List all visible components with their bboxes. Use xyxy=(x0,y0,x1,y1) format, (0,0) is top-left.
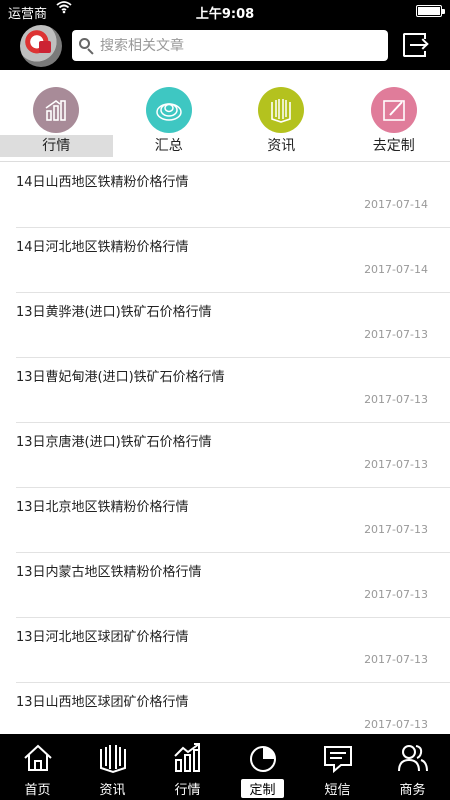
article-date: 2017-07-13 xyxy=(364,328,428,341)
article-date: 2017-07-13 xyxy=(364,588,428,601)
category-label: 汇总 xyxy=(154,138,183,154)
article-title: 13日北京地区铁精粉价格行情 xyxy=(16,500,189,515)
status-bar: 运营商 上午9:08 xyxy=(0,0,450,22)
article-date: 2017-07-14 xyxy=(364,263,428,276)
edit-pencil-icon xyxy=(370,87,417,133)
list-item[interactable]: 13日曹妃甸港(进口)铁矿石价格行情 2017-07-13 xyxy=(16,358,450,423)
people-icon xyxy=(398,745,428,772)
tab-label: 商务 xyxy=(399,783,426,798)
tab-customize[interactable]: 定制 xyxy=(225,734,300,800)
category-tabs: 行情 汇总 资讯 去定制 xyxy=(0,70,450,162)
list-item[interactable]: 14日河北地区铁精粉价格行情 2017-07-14 xyxy=(16,228,450,293)
category-customize[interactable]: 去定制 xyxy=(338,70,450,162)
tab-label: 行情 xyxy=(174,783,201,798)
article-date: 2017-07-13 xyxy=(364,653,428,666)
category-market[interactable]: 行情 xyxy=(0,70,113,162)
article-date: 2017-07-13 xyxy=(364,523,428,536)
category-label: 行情 xyxy=(0,135,113,157)
article-title: 13日山西地区球团矿价格行情 xyxy=(16,695,189,710)
tab-label: 短信 xyxy=(324,783,351,798)
list-item[interactable]: 13日黄骅港(进口)铁矿石价格行情 2017-07-13 xyxy=(16,293,450,358)
article-date: 2017-07-13 xyxy=(364,393,428,406)
article-date: 2017-07-13 xyxy=(364,718,428,731)
search-icon xyxy=(78,37,96,55)
tab-sms[interactable]: 短信 xyxy=(300,734,375,800)
tab-label: 资讯 xyxy=(99,783,126,798)
app-logo[interactable] xyxy=(20,25,62,67)
article-title: 14日山西地区铁精粉价格行情 xyxy=(16,175,189,190)
list-item[interactable]: 13日河北地区球团矿价格行情 2017-07-13 xyxy=(16,618,450,683)
pie-chart-icon xyxy=(250,746,276,772)
category-summary[interactable]: 汇总 xyxy=(113,70,226,162)
category-label: 去定制 xyxy=(372,138,415,154)
list-item[interactable]: 13日京唐港(进口)铁矿石价格行情 2017-07-13 xyxy=(16,423,450,488)
category-news[interactable]: 资讯 xyxy=(225,70,338,162)
list-item[interactable]: 13日山西地区球团矿价格行情 2017-07-13 xyxy=(16,683,450,733)
tab-news[interactable]: 资讯 xyxy=(75,734,150,800)
article-date: 2017-07-14 xyxy=(364,198,428,211)
category-label: 资讯 xyxy=(267,138,296,154)
bottom-tab-bar: 首页 资讯 行情 定制 短信 商务 xyxy=(0,734,450,800)
logout-icon[interactable] xyxy=(400,30,430,60)
tab-business[interactable]: 商务 xyxy=(375,734,450,800)
search-bar[interactable] xyxy=(72,30,388,61)
list-item[interactable]: 13日内蒙古地区铁精粉价格行情 2017-07-13 xyxy=(16,553,450,618)
search-input[interactable] xyxy=(100,37,370,54)
app-header: 运营商 上午9:08 xyxy=(0,0,450,70)
tab-label: 首页 xyxy=(24,783,51,798)
status-time: 上午9:08 xyxy=(195,7,255,22)
summary-ring-icon xyxy=(145,87,192,133)
chart-bars-icon xyxy=(33,87,79,133)
article-title: 13日内蒙古地区铁精粉价格行情 xyxy=(16,565,202,580)
article-list: 14日山西地区铁精粉价格行情 2017-07-14 14日河北地区铁精粉价格行情… xyxy=(0,163,450,733)
tab-label: 定制 xyxy=(241,779,284,798)
home-icon xyxy=(24,744,52,771)
tab-home[interactable]: 首页 xyxy=(0,734,75,800)
article-title: 13日曹妃甸港(进口)铁矿石价格行情 xyxy=(16,370,225,385)
article-title: 13日京唐港(进口)铁矿石价格行情 xyxy=(16,435,212,450)
article-title: 14日河北地区铁精粉价格行情 xyxy=(16,240,189,255)
news-book-icon xyxy=(100,745,126,774)
article-date: 2017-07-13 xyxy=(364,458,428,471)
tab-market[interactable]: 行情 xyxy=(150,734,225,800)
list-item[interactable]: 14日山西地区铁精粉价格行情 2017-07-14 xyxy=(16,163,450,228)
list-item[interactable]: 13日北京地区铁精粉价格行情 2017-07-13 xyxy=(16,488,450,553)
article-title: 13日黄骅港(进口)铁矿石价格行情 xyxy=(16,305,212,320)
chart-trend-icon xyxy=(174,743,200,772)
message-icon xyxy=(324,746,352,774)
article-title: 13日河北地区球团矿价格行情 xyxy=(16,630,189,645)
news-book-icon xyxy=(258,87,304,133)
battery-icon xyxy=(416,5,445,17)
